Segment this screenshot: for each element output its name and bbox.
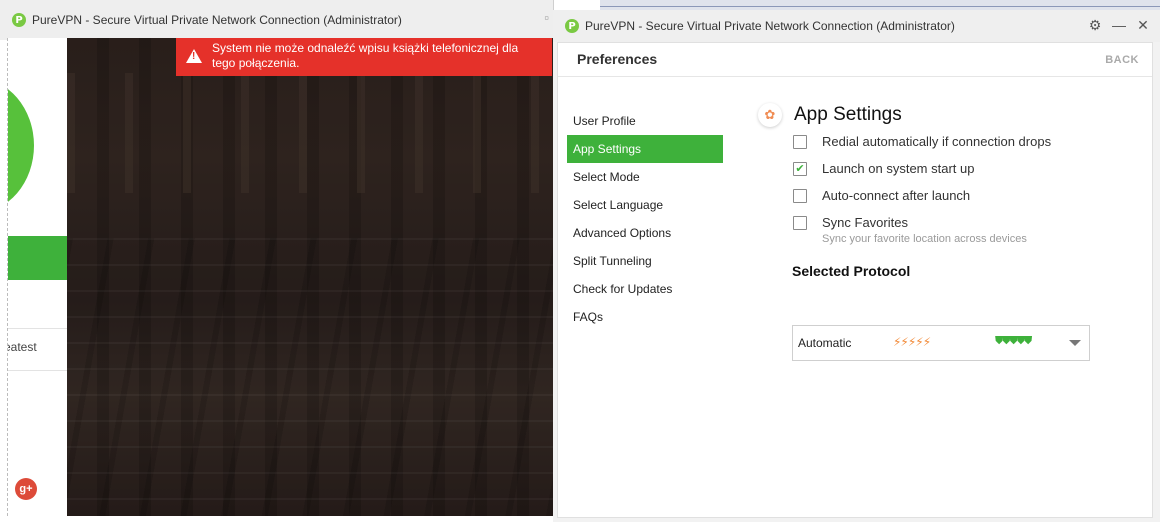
option-auto-connect[interactable]: Auto-connect after launch bbox=[758, 185, 1148, 212]
close-icon[interactable]: ✕ bbox=[1136, 17, 1150, 34]
close-icon[interactable]: ▫ bbox=[544, 10, 549, 25]
preferences-window: P PureVPN - Secure Virtual Private Netwo… bbox=[553, 10, 1160, 522]
checkbox-sync-favorites[interactable] bbox=[793, 216, 807, 230]
nav-item-select-language[interactable]: Select Language bbox=[567, 191, 723, 219]
background-window-title: PureVPN - Secure Virtual Private Network… bbox=[32, 13, 402, 27]
nav-item-advanced-options[interactable]: Advanced Options bbox=[567, 219, 723, 247]
window-controls: ⚙ — ✕ bbox=[1088, 17, 1150, 34]
window-title: PureVPN - Secure Virtual Private Network… bbox=[585, 19, 955, 33]
photo-overlay bbox=[67, 38, 553, 516]
background-window: P PureVPN - Secure Virtual Private Netwo… bbox=[0, 0, 554, 522]
nav-item-app-settings[interactable]: App Settings bbox=[567, 135, 723, 163]
window-titlebar: P PureVPN - Secure Virtual Private Netwo… bbox=[553, 10, 1160, 42]
divider bbox=[8, 370, 68, 371]
google-plus-icon[interactable]: g+ bbox=[15, 478, 37, 500]
gear-icon[interactable]: ⚙ bbox=[1088, 17, 1102, 34]
option-label: Redial automatically if connection drops bbox=[822, 134, 1052, 149]
nav-item-select-mode[interactable]: Select Mode bbox=[567, 163, 723, 191]
option-redial[interactable]: Redial automatically if connection drops bbox=[758, 131, 1148, 158]
page-title: Preferences bbox=[577, 51, 658, 67]
nav-item-faqs[interactable]: FAQs bbox=[567, 303, 723, 331]
section-title: App Settings bbox=[794, 104, 902, 125]
purevpn-logo-icon: P bbox=[565, 19, 579, 33]
preferences-header: Preferences BACK bbox=[558, 43, 1152, 77]
background-window-titlebar: P PureVPN - Secure Virtual Private Netwo… bbox=[0, 0, 553, 40]
option-label: Auto-connect after launch bbox=[822, 188, 971, 203]
protocol-dropdown[interactable]: Automatic ⚡⚡⚡⚡⚡ ⛊⛊⛊⛊⛊ bbox=[792, 325, 1090, 361]
sync-description: Sync your favorite location across devic… bbox=[822, 233, 1027, 245]
preferences-nav: User Profile App Settings Select Mode Se… bbox=[567, 107, 723, 331]
chevron-down-icon[interactable] bbox=[1069, 340, 1081, 346]
speed-rating-icons: ⚡⚡⚡⚡⚡ bbox=[893, 335, 931, 349]
error-message: System nie może odnaleźć wpisu książki t… bbox=[212, 41, 519, 70]
protocol-title: Selected Protocol bbox=[792, 263, 911, 279]
purevpn-logo-icon: P bbox=[12, 13, 26, 27]
error-banner: System nie może odnaleźć wpisu książki t… bbox=[176, 38, 552, 76]
warning-icon bbox=[186, 49, 202, 63]
nav-item-split-tunneling[interactable]: Split Tunneling bbox=[567, 247, 723, 275]
checkbox-launch-on-startup[interactable]: ✔ bbox=[793, 162, 807, 176]
checkbox-redial[interactable] bbox=[793, 135, 807, 149]
option-launch-on-startup[interactable]: ✔ Launch on system start up bbox=[758, 158, 1148, 185]
background-photo bbox=[67, 38, 553, 516]
option-label: Launch on system start up bbox=[822, 161, 975, 176]
back-button[interactable]: BACK bbox=[1105, 54, 1139, 66]
partial-label: eatest bbox=[7, 340, 37, 354]
nav-item-check-for-updates[interactable]: Check for Updates bbox=[567, 275, 723, 303]
checkbox-auto-connect[interactable] bbox=[793, 189, 807, 203]
green-logo-shape bbox=[8, 78, 34, 213]
minimize-icon[interactable]: — bbox=[1112, 17, 1126, 34]
settings-gear-icon: ✿ bbox=[758, 103, 782, 127]
divider bbox=[8, 328, 68, 329]
protocol-name: Automatic bbox=[798, 336, 852, 350]
option-label: Sync Favorites bbox=[822, 215, 908, 230]
green-connect-bar[interactable] bbox=[8, 236, 68, 280]
security-rating-icons: ⛊⛊⛊⛊⛊ bbox=[995, 335, 1032, 347]
section-header: ✿ App Settings bbox=[758, 103, 1148, 131]
background-sidebar: eatest g+ bbox=[7, 38, 68, 516]
desktop-strip bbox=[600, 0, 1160, 10]
nav-item-user-profile[interactable]: User Profile bbox=[567, 107, 723, 135]
app-settings-section: ✿ App Settings Redial automatically if c… bbox=[758, 103, 1148, 361]
preferences-panel: Preferences BACK User Profile App Settin… bbox=[557, 42, 1153, 518]
